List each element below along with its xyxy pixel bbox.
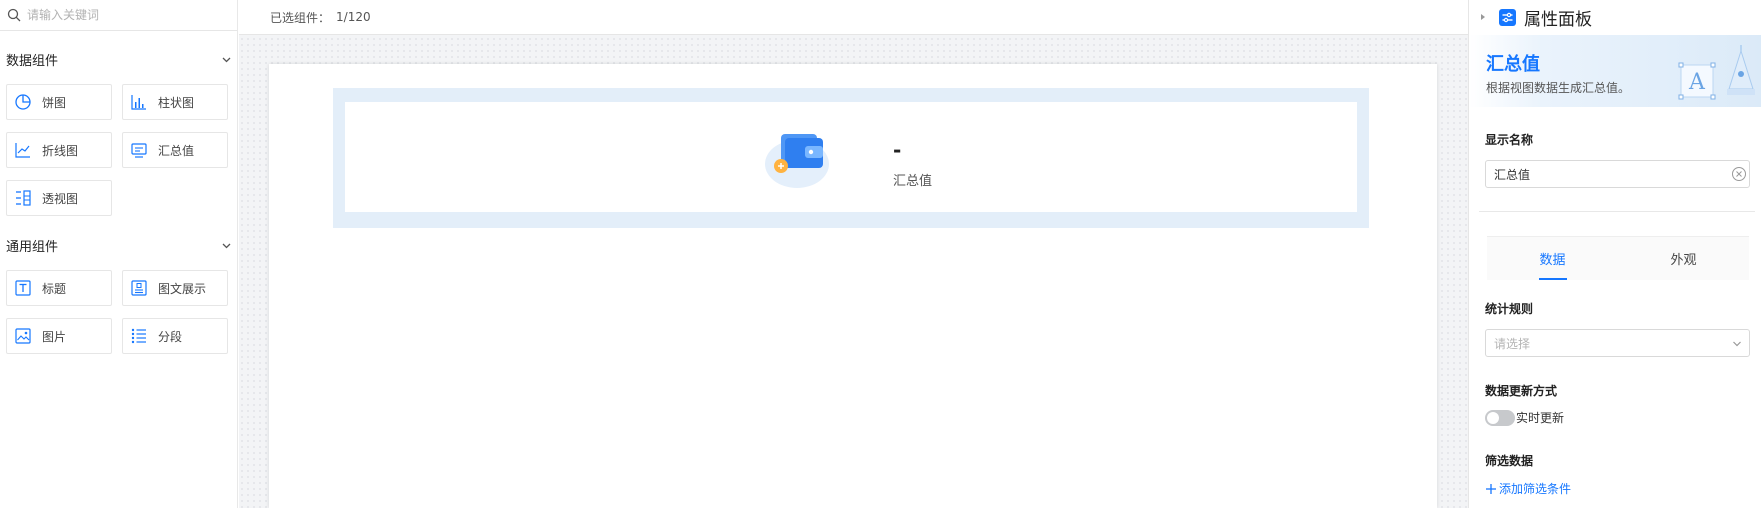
display-name-input[interactable]	[1494, 167, 1714, 181]
chevron-down-icon[interactable]	[221, 54, 232, 65]
add-filter-button[interactable]: 添加筛选条件	[1485, 480, 1571, 497]
list-segment-icon	[131, 328, 146, 344]
search-box[interactable]	[0, 0, 237, 31]
component-summary-value[interactable]: 汇总值	[122, 132, 228, 168]
component-pivot-table[interactable]: 透视图	[6, 180, 112, 216]
text-pen-illustration-icon: A	[1678, 45, 1755, 100]
realtime-update-row: 实时更新	[1485, 409, 1564, 426]
component-image[interactable]: 图片	[6, 318, 112, 354]
selected-count: 1/120	[336, 10, 371, 24]
component-label: 饼图	[42, 95, 67, 110]
select-placeholder: 请选择	[1494, 336, 1531, 351]
banner-title: 汇总值	[1486, 54, 1540, 75]
group-title: 通用组件	[6, 239, 59, 255]
filter-label: 筛选数据	[1485, 454, 1534, 468]
image-text-icon	[131, 280, 147, 296]
panel-title: 属性面板	[1524, 9, 1592, 30]
component-pie-chart[interactable]: 饼图	[6, 84, 112, 120]
component-segment[interactable]: 分段	[122, 318, 228, 354]
component-label: 折线图	[42, 143, 79, 158]
component-banner: 汇总值 根据视图数据生成汇总值。 A	[1469, 35, 1761, 107]
group-header-general[interactable]: 通用组件	[6, 235, 232, 255]
component-label: 分段	[158, 329, 183, 344]
canvas-toolbar: 已选组件： 1/120	[239, 0, 1468, 35]
search-input[interactable]	[27, 8, 227, 22]
clear-icon[interactable]	[1731, 166, 1747, 182]
settings-sliders-icon	[1499, 8, 1516, 26]
group-title: 数据组件	[6, 53, 59, 69]
display-name-label: 显示名称	[1485, 133, 1534, 147]
summary-value-widget[interactable]: - 汇总值	[345, 102, 1357, 212]
caret-right-icon[interactable]	[1479, 13, 1487, 21]
update-mode-label: 数据更新方式	[1485, 384, 1558, 398]
component-label: 图片	[42, 329, 67, 344]
pie-chart-icon	[15, 94, 31, 110]
summary-value-icon	[131, 143, 147, 158]
property-panel: 属性面板 汇总值 根据视图数据生成汇总值。 A 显示名称 数据 外观 统计规则 …	[1468, 0, 1761, 508]
design-area: 已选组件： 1/120 - 汇总值	[239, 0, 1468, 508]
svg-text:A: A	[1688, 70, 1706, 95]
add-filter-label: 添加筛选条件	[1499, 482, 1572, 496]
component-image-text[interactable]: 图文展示	[122, 270, 228, 306]
property-tabs: 数据 外观	[1487, 236, 1749, 280]
realtime-update-toggle[interactable]	[1485, 409, 1515, 426]
plus-icon	[1486, 483, 1496, 494]
property-panel-header: 属性面板	[1469, 0, 1761, 34]
chevron-down-icon[interactable]	[221, 240, 232, 251]
search-icon	[7, 8, 21, 22]
component-label: 标题	[42, 281, 67, 296]
component-label: 汇总值	[158, 143, 195, 158]
stat-rule-label: 统计规则	[1485, 302, 1534, 316]
toggle-label: 实时更新	[1516, 411, 1565, 425]
tab-data[interactable]: 数据	[1487, 237, 1618, 280]
divider	[1479, 211, 1755, 212]
page-canvas[interactable]: - 汇总值	[269, 64, 1437, 508]
component-label: 透视图	[42, 191, 79, 206]
component-label: 柱状图	[158, 95, 195, 110]
selected-label: 已选组件：	[270, 10, 331, 25]
summary-value: -	[893, 138, 902, 162]
banner-description: 根据视图数据生成汇总值。	[1486, 81, 1631, 95]
stat-rule-select[interactable]: 请选择	[1485, 329, 1750, 357]
title-text-icon	[15, 280, 31, 296]
chevron-down-icon	[1733, 341, 1741, 347]
pivot-table-icon	[16, 190, 31, 206]
component-title[interactable]: 标题	[6, 270, 112, 306]
selected-widget-frame[interactable]: - 汇总值	[333, 88, 1369, 228]
tab-appearance[interactable]: 外观	[1618, 237, 1749, 280]
component-label: 图文展示	[158, 281, 207, 296]
summary-label: 汇总值	[893, 174, 933, 189]
component-bar-chart[interactable]: 柱状图	[122, 84, 228, 120]
line-chart-icon	[15, 143, 30, 158]
wallet-icon	[765, 134, 829, 188]
component-line-chart[interactable]: 折线图	[6, 132, 112, 168]
group-header-data[interactable]: 数据组件	[6, 49, 232, 69]
display-name-field[interactable]	[1485, 160, 1750, 188]
component-panel: 数据组件 饼图 柱状图 折线图 汇总值 透视图 通用组件 标题 图文展示 图片 …	[0, 0, 238, 508]
image-icon	[15, 328, 31, 344]
bar-chart-icon	[131, 95, 146, 110]
